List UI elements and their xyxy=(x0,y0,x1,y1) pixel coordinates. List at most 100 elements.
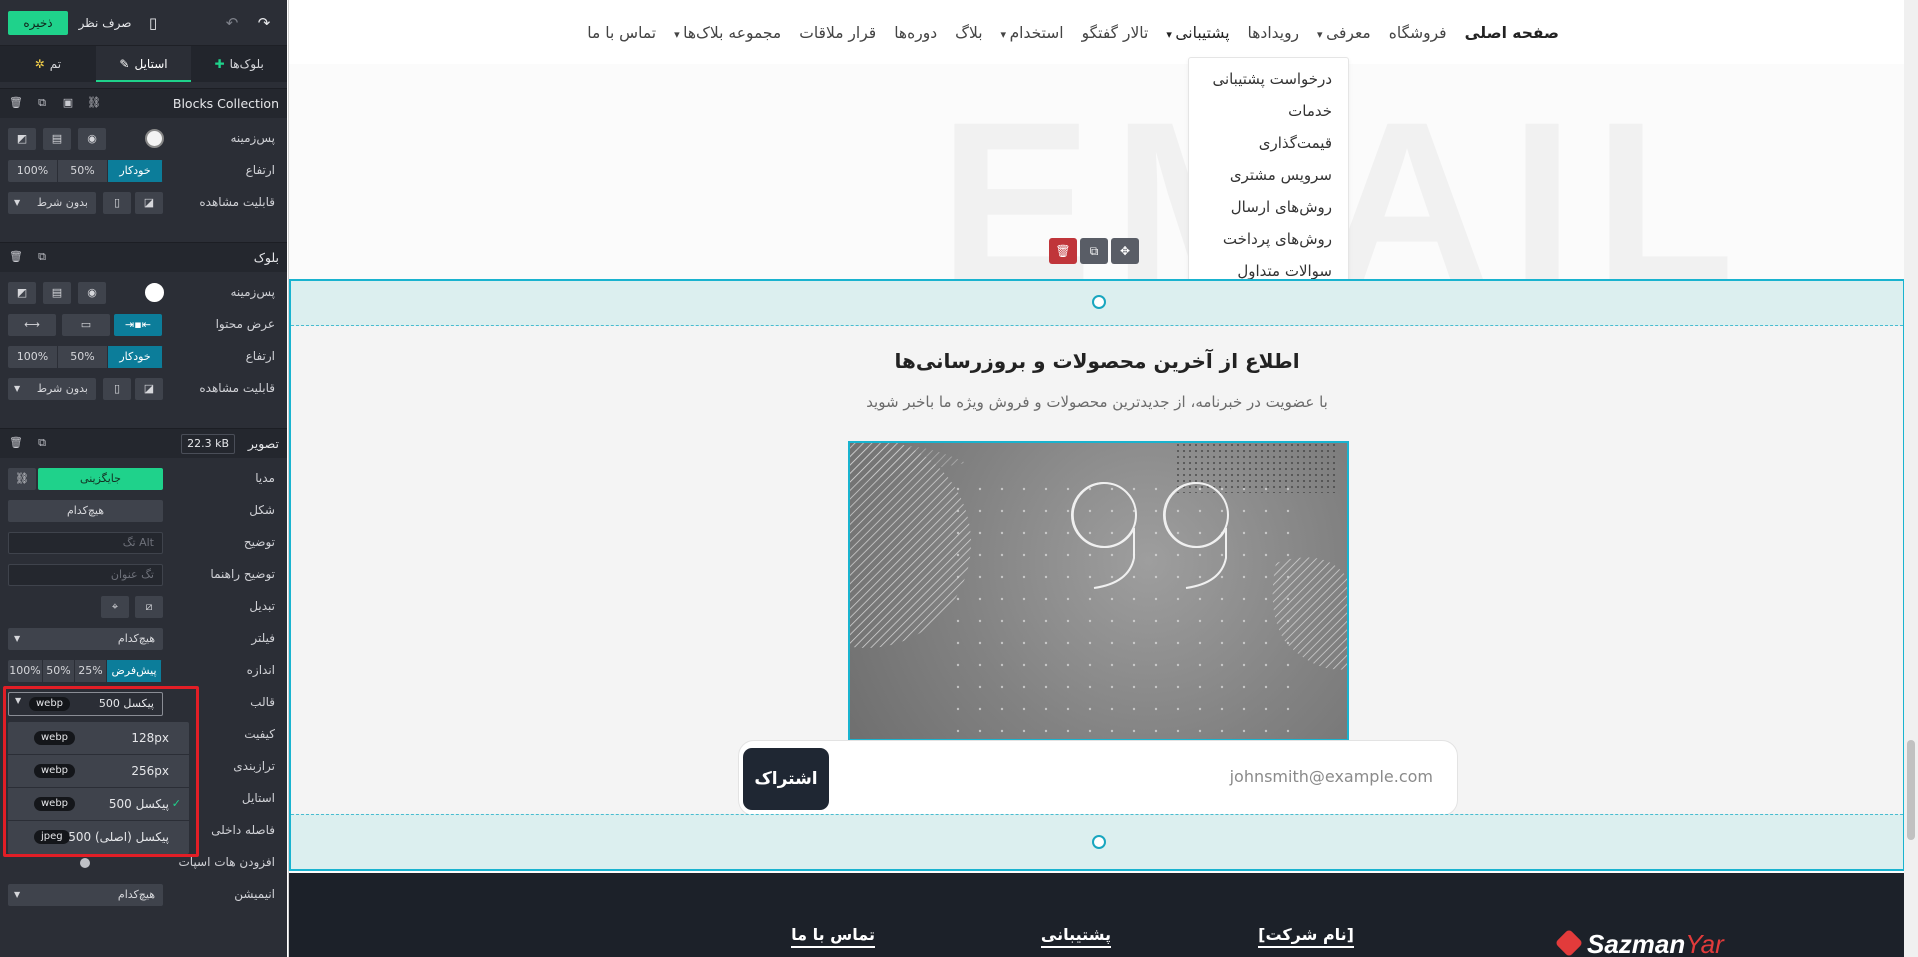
tab-style[interactable]: ✎ استایل xyxy=(95,46,192,82)
nav-item-shop[interactable]: فروشگاه xyxy=(1389,24,1447,42)
description-label: توضیح xyxy=(243,535,275,549)
alt-input[interactable]: تگ Alt xyxy=(8,532,163,554)
size-50-option[interactable]: 50% xyxy=(43,660,75,682)
nav-item-jobs[interactable]: استخدام xyxy=(1001,24,1064,42)
newsletter-title[interactable]: اطلاع از آخرین محصولات و بروزرسانی‌ها xyxy=(291,349,1903,373)
camera-icon[interactable]: ◉ xyxy=(78,282,106,304)
replace-media-button[interactable]: جایگزینی xyxy=(38,468,163,490)
color-swatch[interactable] xyxy=(145,129,164,148)
filter-select[interactable]: ▼ هیچ‌کدام xyxy=(8,628,163,650)
dropdown-item[interactable]: سوالات متداول xyxy=(1237,262,1332,280)
height-50-option[interactable]: 50% xyxy=(58,346,108,368)
copy-icon[interactable]: ⧉ xyxy=(34,250,50,264)
nav-item-about[interactable]: معرفی xyxy=(1317,24,1371,42)
hide-icon[interactable]: ◪ xyxy=(135,192,163,214)
align-row: ترازبندی xyxy=(0,754,287,780)
newsletter-block[interactable]: اطلاع از آخرین محصولات و بروزرسانی‌ها با… xyxy=(289,279,1904,871)
logo-accent-text: Yar xyxy=(1685,929,1724,957)
mobile-preview-icon[interactable]: ▯ xyxy=(143,13,163,33)
dropdown-item[interactable]: قیمت‌گذاری xyxy=(1259,134,1332,152)
gear-icon: ✲ xyxy=(34,57,45,71)
newsletter-subtitle[interactable]: با عضویت در خبرنامه، از جدیدترین محصولات… xyxy=(291,393,1903,411)
nav-item-courses[interactable]: دوره‌ها xyxy=(894,24,937,42)
height-100-option[interactable]: 100% xyxy=(8,160,58,182)
trash-icon[interactable]: 🗑 xyxy=(8,96,24,110)
trash-icon[interactable]: 🗑 xyxy=(8,436,24,450)
format-select[interactable]: ▼ webp 500 پیکسل xyxy=(8,692,163,716)
hide-icon[interactable]: ◪ xyxy=(135,378,163,400)
size-100-option[interactable]: 100% xyxy=(8,660,43,682)
nav-item-home[interactable]: صفحه اصلی xyxy=(1465,24,1559,42)
tab-theme[interactable]: ✲ تم xyxy=(0,46,96,82)
nav-item-blocks-collection[interactable]: مجموعه بلاک‌ها xyxy=(674,24,781,42)
copy-icon[interactable]: ⧉ xyxy=(34,436,50,450)
nav-item-events[interactable]: رویدادها xyxy=(1248,24,1300,42)
color-swatch[interactable] xyxy=(145,283,164,302)
save-icon[interactable]: ▣ xyxy=(60,96,76,110)
link-icon[interactable]: ⛓ xyxy=(86,96,102,110)
shape-select[interactable]: هیچ‌کدام xyxy=(8,500,163,522)
dropdown-item[interactable]: سرویس مشتری xyxy=(1230,166,1332,184)
focal-point-icon[interactable]: ⌖ xyxy=(101,596,129,618)
boxed-width-icon[interactable]: ▭ xyxy=(62,314,110,336)
tab-blocks[interactable]: ✚ بلوک‌ها xyxy=(191,46,287,82)
save-button[interactable]: ذخیره xyxy=(8,11,68,35)
padding-bottom-handle[interactable] xyxy=(291,814,1903,869)
height-100-option[interactable]: 100% xyxy=(8,346,58,368)
full-width-icon[interactable]: ⟷ xyxy=(8,314,56,336)
visibility-select[interactable]: ▼ بدون شرط xyxy=(8,378,96,400)
nav-item-forum[interactable]: تالار گفتگو xyxy=(1082,24,1149,42)
padding-top-handle[interactable] xyxy=(291,281,1903,326)
discard-button[interactable]: صرف نظر xyxy=(78,11,132,35)
hotspot-toggle[interactable] xyxy=(80,858,90,868)
filter-label: فیلتر xyxy=(251,631,275,645)
scrollbar[interactable] xyxy=(1904,0,1918,957)
chevron-down-icon: ▼ xyxy=(14,634,21,643)
gradient-icon[interactable]: ◩ xyxy=(8,282,36,304)
title-input[interactable]: تگ عنوان xyxy=(8,564,163,586)
visibility-value: بدون شرط xyxy=(36,196,88,209)
visibility-select[interactable]: ▼ بدون شرط xyxy=(8,192,96,214)
trash-icon[interactable]: 🗑 xyxy=(8,250,24,264)
gradient-icon[interactable]: ◩ xyxy=(8,128,36,150)
copy-icon[interactable]: ⧉ xyxy=(34,96,50,110)
device-icon[interactable]: ▯ xyxy=(103,192,131,214)
video-icon[interactable]: ▤ xyxy=(43,128,71,150)
redo-icon[interactable]: ↷ xyxy=(254,13,274,33)
nav-item-blog[interactable]: بلاگ xyxy=(955,24,982,42)
dropdown-item[interactable]: روش‌های پرداخت xyxy=(1223,230,1332,248)
collection-title: Blocks Collection xyxy=(172,96,279,111)
image-section-header: 🗑 ⧉ 22.3 kB تصویر xyxy=(0,428,287,458)
link-icon[interactable]: ⛓ xyxy=(8,468,36,490)
device-icon[interactable]: ▯ xyxy=(103,378,131,400)
camera-icon[interactable]: ◉ xyxy=(78,128,106,150)
scrollbar-thumb[interactable] xyxy=(1907,740,1915,840)
move-block-icon[interactable]: ✥ xyxy=(1111,238,1139,264)
delete-block-icon[interactable]: 🗑 xyxy=(1049,238,1077,264)
block-height-row: 100% 50% خودکار ارتفاع xyxy=(0,344,287,370)
dropdown-item[interactable]: روش‌های ارسال xyxy=(1231,198,1332,216)
resize-handle[interactable] xyxy=(1092,835,1106,849)
video-icon[interactable]: ▤ xyxy=(43,282,71,304)
nav-item-support[interactable]: پشتیبانی xyxy=(1166,24,1229,42)
resize-handle[interactable] xyxy=(1092,295,1106,309)
crop-icon[interactable]: ⧄ xyxy=(135,596,163,618)
narrow-width-icon[interactable]: ⇥▪⇤ xyxy=(114,314,162,336)
email-input[interactable]: johnsmith@example.com xyxy=(1230,767,1433,786)
brand-logo[interactable]: SazmanYar xyxy=(1554,928,1724,957)
dropdown-item[interactable]: خدمات xyxy=(1288,102,1332,120)
height-auto-option[interactable]: خودکار xyxy=(108,346,163,368)
undo-icon[interactable]: ↶ xyxy=(222,13,242,33)
nav-item-contact[interactable]: تماس با ما xyxy=(587,24,656,42)
height-auto-option[interactable]: خودکار xyxy=(108,160,163,182)
size-25-option[interactable]: 25% xyxy=(75,660,107,682)
subscribe-button[interactable]: اشتراک xyxy=(743,748,829,810)
size-default-option[interactable]: پیش‌فرض xyxy=(107,660,162,682)
newsletter-image[interactable] xyxy=(848,441,1349,741)
nav-item-appointment[interactable]: قرار ملاقات xyxy=(799,24,876,42)
dropdown-item[interactable]: درخواست پشتیبانی xyxy=(1212,70,1332,88)
height-50-option[interactable]: 50% xyxy=(58,160,108,182)
format-badge: webp xyxy=(29,697,71,711)
animation-select[interactable]: ▼ هیچ‌کدام xyxy=(8,884,163,906)
duplicate-block-icon[interactable]: ⧉ xyxy=(1080,238,1108,264)
